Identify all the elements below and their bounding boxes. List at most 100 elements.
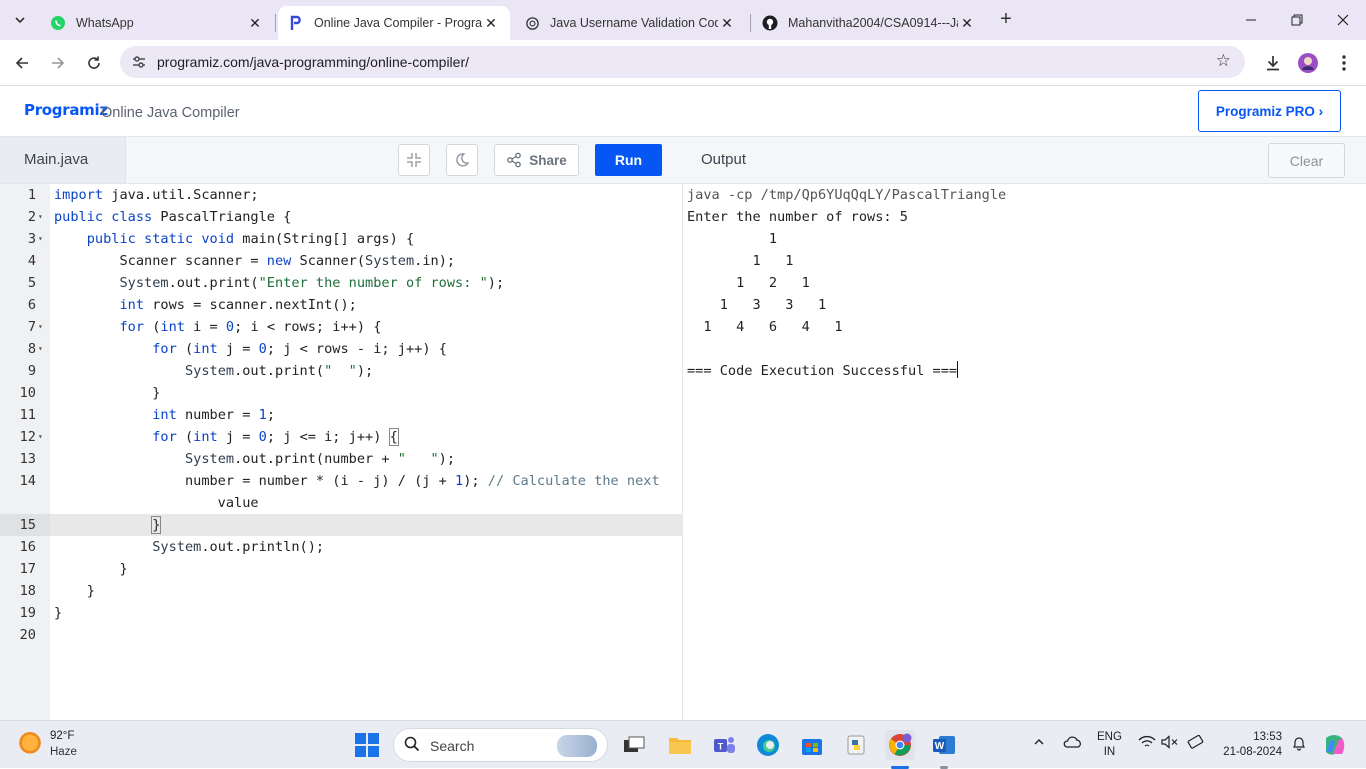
text-caret <box>957 361 959 378</box>
input-language-indicator[interactable]: ENG IN <box>1097 730 1122 760</box>
code-line[interactable]: value <box>0 492 682 514</box>
clock-date: 21-08-2024 <box>1223 746 1282 758</box>
code-line[interactable]: 12 ▾ for (int j = 0; j <= i; j++) { <box>0 426 682 448</box>
weather-temperature[interactable]: 92°F <box>50 730 74 742</box>
fold-chevron-icon[interactable]: ▾ <box>38 426 43 448</box>
bookmark-star-icon[interactable]: ☆ <box>1216 51 1231 71</box>
chevron-up-icon[interactable] <box>1033 735 1045 751</box>
onedrive-cloud-icon[interactable] <box>1062 735 1082 752</box>
clear-button[interactable]: Clear <box>1268 143 1345 178</box>
browser-tab-strip: WhatsApp ✕ Online Java Compiler - Progra… <box>0 0 1366 40</box>
code-editor[interactable]: 1 import java.util.Scanner; 2 ▾ public class… <box>0 184 683 720</box>
start-button[interactable] <box>352 730 382 760</box>
tab-label: Mahanvitha2004/CSA0914---Java <box>788 16 958 30</box>
edge-icon[interactable] <box>753 730 783 760</box>
minimize-icon <box>1246 19 1256 21</box>
close-window-button[interactable] <box>1320 0 1366 40</box>
download-icon[interactable] <box>1262 52 1284 74</box>
close-icon[interactable]: ✕ <box>718 15 736 32</box>
line-number: 13 <box>19 451 36 467</box>
forward-button[interactable] <box>44 50 72 76</box>
line-number: 17 <box>19 561 36 577</box>
code-text: Scanner scanner = new Scanner(System.in)… <box>54 253 456 269</box>
code-line[interactable]: 13 System.out.print(number + " "); <box>0 448 682 470</box>
svg-text:T: T <box>718 742 724 752</box>
close-icon[interactable]: ✕ <box>482 15 500 32</box>
code-line[interactable]: 7 ▾ for (int i = 0; i < rows; i++) { <box>0 316 682 338</box>
line-number <box>0 492 50 514</box>
code-text: System.out.print(number + " "); <box>184 451 456 467</box>
task-view-icon[interactable] <box>619 730 649 760</box>
code-line[interactable]: 20 <box>0 624 682 646</box>
volume-muted-icon[interactable] <box>1161 735 1179 752</box>
run-button[interactable]: Run <box>595 144 662 176</box>
wifi-icon[interactable] <box>1138 735 1156 752</box>
profile-avatar[interactable] <box>1297 52 1319 74</box>
menu-kebab-icon[interactable] <box>1333 52 1355 74</box>
code-line[interactable]: 19} <box>0 602 682 624</box>
tab-label: Online Java Compiler - Programiz <box>314 16 482 30</box>
chrome-icon[interactable] <box>885 730 915 760</box>
microsoft-store-icon[interactable] <box>797 730 827 760</box>
file-tab-main-java[interactable]: Main.java <box>0 137 126 183</box>
programiz-pro-button[interactable]: Programiz PRO › <box>1198 90 1341 132</box>
fold-chevron-icon[interactable]: ▾ <box>38 228 43 250</box>
back-button[interactable] <box>8 50 36 76</box>
tab-chatgpt[interactable]: Java Username Validation Code ✕ <box>514 6 746 40</box>
code-line[interactable]: 10 } <box>0 382 682 404</box>
tab-github[interactable]: Mahanvitha2004/CSA0914---Java ✕ <box>752 6 986 40</box>
code-line[interactable]: 17 } <box>0 558 682 580</box>
code-line[interactable]: 6 int rows = scanner.nextInt(); <box>0 294 682 316</box>
share-button[interactable]: Share <box>494 144 579 176</box>
code-line[interactable]: 1 import java.util.Scanner; <box>0 184 682 206</box>
tab-search-button[interactable] <box>8 8 32 32</box>
programiz-logo[interactable]: Programiz <box>24 101 108 119</box>
tab-label: Java Username Validation Code <box>550 16 718 30</box>
fold-chevron-icon[interactable]: ▾ <box>38 338 43 360</box>
line-number: 19 <box>19 605 36 621</box>
tab-whatsapp[interactable]: WhatsApp ✕ <box>40 6 274 40</box>
line-number: 4 <box>27 253 36 269</box>
fullscreen-button[interactable] <box>398 144 430 176</box>
battery-icon[interactable] <box>1186 734 1206 752</box>
weather-description[interactable]: Haze <box>50 746 77 758</box>
code-text: System.out.print(" "); <box>184 363 374 379</box>
reload-button[interactable] <box>80 50 108 76</box>
code-line[interactable]: 5 System.out.print("Enter the number of … <box>0 272 682 294</box>
word-icon[interactable]: W <box>929 730 959 760</box>
code-line[interactable]: 4 Scanner scanner = new Scanner(System.i… <box>0 250 682 272</box>
new-tab-button[interactable]: + <box>994 9 1018 31</box>
line-number: 20 <box>19 627 36 643</box>
restore-button[interactable] <box>1274 0 1320 40</box>
minimize-button[interactable] <box>1228 0 1274 40</box>
code-line[interactable]: 16 System.out.println(); <box>0 536 682 558</box>
output-line: Enter the number of rows: 5 <box>687 209 908 225</box>
weather-sun-icon[interactable] <box>18 732 42 756</box>
code-line[interactable]: 15 } <box>0 514 682 536</box>
close-icon[interactable]: ✕ <box>958 15 976 32</box>
taskbar-search[interactable]: Search <box>393 728 608 762</box>
dark-mode-button[interactable] <box>446 144 478 176</box>
code-line[interactable]: 14 number = number * (i - j) / (j + 1); … <box>0 470 682 492</box>
system-clock[interactable]: 13:53 21-08-2024 <box>1218 730 1282 760</box>
code-line[interactable]: 18 } <box>0 580 682 602</box>
code-text: public class PascalTriangle { <box>54 209 292 225</box>
close-icon[interactable]: ✕ <box>246 15 264 32</box>
code-line[interactable]: 11 int number = 1; <box>0 404 682 426</box>
output-console[interactable]: java -cp /tmp/Qp6YUqQqLY/PascalTriangle E… <box>683 184 1366 720</box>
notification-bell-icon[interactable] <box>1291 735 1307 754</box>
address-bar[interactable]: programiz.com/java-programming/online-co… <box>120 46 1245 78</box>
copilot-icon[interactable] <box>1319 731 1349 761</box>
tab-programiz[interactable]: Online Java Compiler - Programiz ✕ <box>278 6 510 40</box>
url-text[interactable]: programiz.com/java-programming/online-co… <box>157 54 469 70</box>
fold-chevron-icon[interactable]: ▾ <box>38 206 43 228</box>
file-explorer-icon[interactable] <box>665 730 695 760</box>
site-info-icon[interactable] <box>130 53 148 71</box>
code-line[interactable]: 3 ▾ public static void main(String[] args… <box>0 228 682 250</box>
python-icon[interactable] <box>841 730 871 760</box>
code-line[interactable]: 2 ▾ public class PascalTriangle { <box>0 206 682 228</box>
code-line[interactable]: 8 ▾ for (int j = 0; j < rows - i; j++) { <box>0 338 682 360</box>
teams-icon[interactable]: T <box>709 730 739 760</box>
fold-chevron-icon[interactable]: ▾ <box>38 316 43 338</box>
code-line[interactable]: 9 System.out.print(" "); <box>0 360 682 382</box>
